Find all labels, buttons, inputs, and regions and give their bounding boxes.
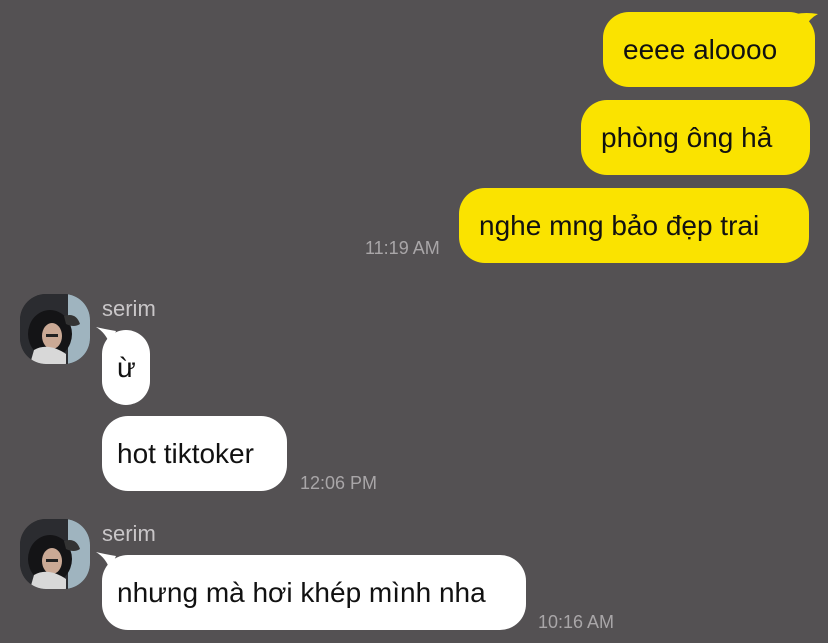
incoming-message-bubble[interactable]: hot tiktoker xyxy=(102,416,287,491)
user-photo-avatar[interactable] xyxy=(20,519,90,589)
message-text: hot tiktoker xyxy=(117,437,254,469)
incoming-message-bubble[interactable]: ừ xyxy=(102,330,150,405)
sender-name: serim xyxy=(102,521,156,546)
user-photo-avatar[interactable] xyxy=(20,294,90,364)
avatar-photo-icon xyxy=(20,294,90,364)
message-text: nghe mng bảo đẹp trai xyxy=(479,209,760,241)
incoming-message-bubble[interactable]: nhưng mà hơi khép mình nha xyxy=(102,555,526,630)
outgoing-message-bubble[interactable]: eeee aloooo xyxy=(603,12,815,87)
message-text: eeee aloooo xyxy=(623,33,778,65)
message-timestamp: 11:19 AM xyxy=(365,238,440,258)
chat-thread[interactable]: eeee aloooo phòng ông hả nghe mng bảo đẹ… xyxy=(0,0,828,643)
message-timestamp: 12:06 PM xyxy=(300,473,378,493)
sender-name: serim xyxy=(102,296,156,321)
avatar-photo-icon xyxy=(20,519,90,589)
outgoing-message-bubble[interactable]: phòng ông hả xyxy=(581,100,810,175)
outgoing-message-bubble[interactable]: nghe mng bảo đẹp trai xyxy=(459,188,809,263)
message-text: ừ xyxy=(117,351,136,383)
outgoing-bubble-tail xyxy=(796,13,818,28)
message-text: nhưng mà hơi khép mình nha xyxy=(117,576,486,608)
message-text: phòng ông hả xyxy=(601,121,773,153)
message-timestamp: 10:16 AM xyxy=(538,612,615,632)
